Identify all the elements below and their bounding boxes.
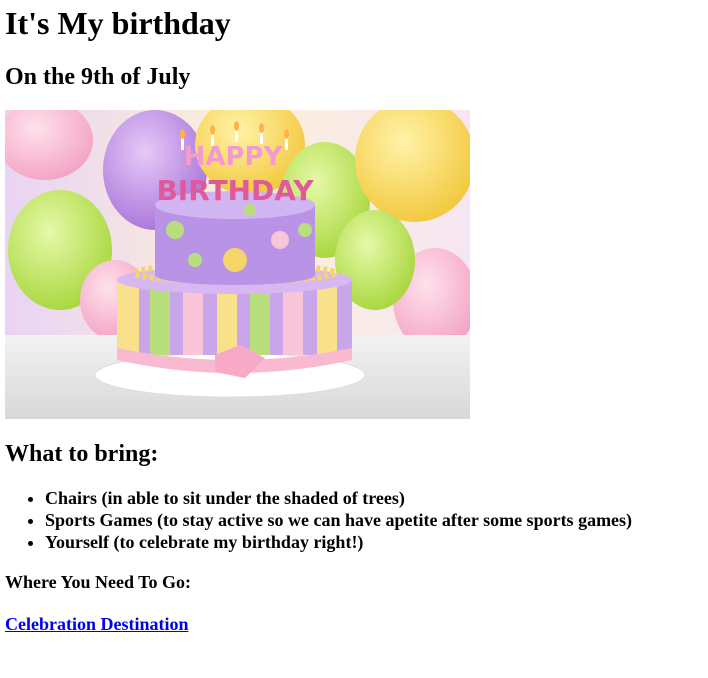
destination-paragraph: Celebration Destination: [5, 613, 703, 635]
cake-birthday-text: BIRTHDAY: [156, 174, 314, 207]
bring-heading: What to bring:: [5, 441, 159, 467]
list-item: Sports Games (to stay active so we can h…: [45, 509, 703, 531]
bring-list: Chairs (in able to sit under the shaded …: [5, 487, 703, 553]
event-date: On the 9th of July: [5, 64, 191, 90]
list-item: Chairs (in able to sit under the shaded …: [45, 487, 703, 509]
birthday-cake-image: HAPPY BIRTHDAY: [5, 110, 470, 419]
location-heading: Where You Need To Go:: [5, 572, 192, 592]
page-title: It's My birthday: [5, 5, 231, 41]
cake-happy-text: HAPPY: [184, 142, 284, 172]
page: It's My birthday On the 9th of July HAPP…: [0, 0, 708, 635]
list-item: Yourself (to celebrate my birthday right…: [45, 531, 703, 553]
celebration-destination-link[interactable]: Celebration Destination: [5, 614, 189, 634]
